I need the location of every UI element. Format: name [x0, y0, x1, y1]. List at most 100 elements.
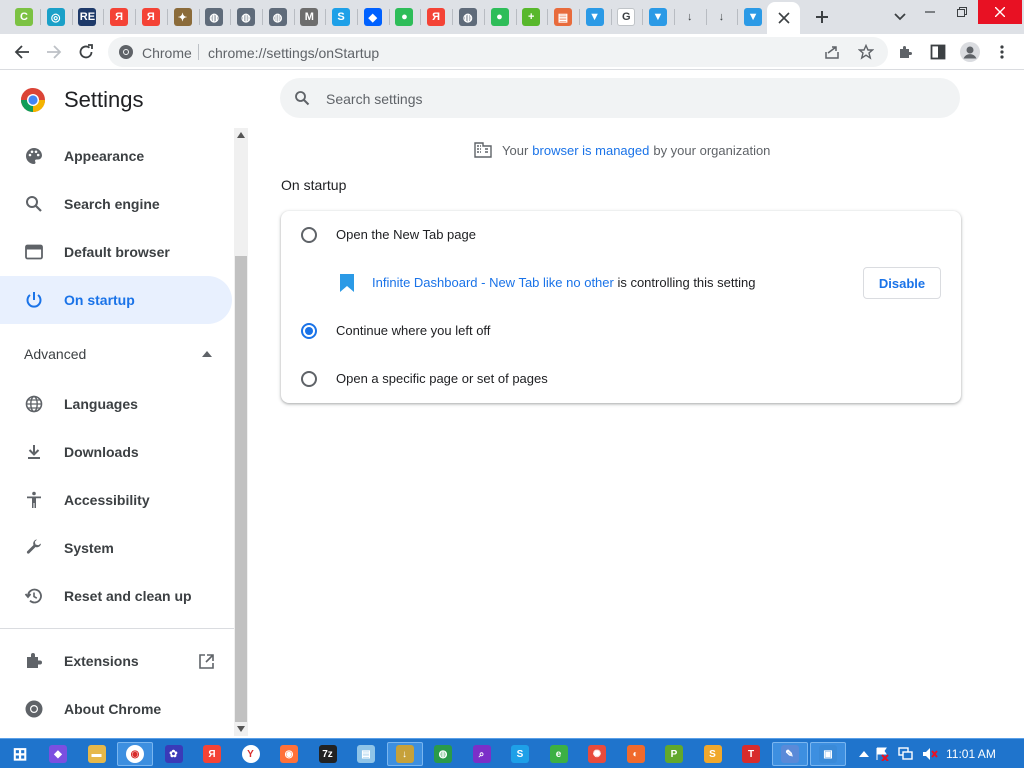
tab-blue-square-icon[interactable]: ◎: [44, 5, 68, 29]
sidebar-item-downloads[interactable]: Downloads: [0, 428, 232, 476]
network-icon[interactable]: [898, 746, 914, 762]
flag-icon[interactable]: [874, 746, 890, 762]
restore-button[interactable]: [948, 0, 976, 24]
taskbar-swirl-icon[interactable]: ◐: [618, 742, 654, 766]
sidebar-item-reset[interactable]: Reset and clean up: [0, 572, 232, 620]
sidebar-item-extensions[interactable]: Extensions: [0, 637, 232, 685]
taskbar-green-circle-icon[interactable]: e: [541, 742, 577, 766]
disable-button[interactable]: Disable: [863, 267, 941, 299]
sidebar-scrollbar-thumb[interactable]: [235, 256, 247, 722]
tray-expand-icon[interactable]: [856, 746, 872, 762]
clock[interactable]: 11:01 AM: [946, 747, 996, 761]
address-bar[interactable]: Chrome chrome://settings/onStartup: [108, 37, 888, 67]
radio-new-tab[interactable]: [301, 227, 317, 243]
tab-search-button[interactable]: [888, 5, 912, 29]
chrome-icon: ◉: [126, 745, 144, 763]
taskbar-yandex-icon[interactable]: Я: [194, 742, 230, 766]
back-button[interactable]: [10, 40, 34, 64]
sidebar-item-on-startup[interactable]: On startup: [0, 276, 232, 324]
radio-specific-pages[interactable]: [301, 371, 317, 387]
tab-yandex-icon[interactable]: Я: [424, 5, 448, 29]
minimize-button[interactable]: [912, 0, 948, 24]
tab-m-icon[interactable]: M: [297, 5, 321, 29]
forward-button[interactable]: [42, 40, 66, 64]
tab-google-icon[interactable]: G: [614, 5, 638, 29]
taskbar-search-app-icon[interactable]: ⌕: [464, 742, 500, 766]
taskbar-notepad-icon[interactable]: ▤: [348, 742, 384, 766]
tab-bookmark-icon[interactable]: ▼: [646, 5, 670, 29]
sidebar-item-appearance[interactable]: Appearance: [0, 132, 232, 180]
option-new-tab[interactable]: Open the New Tab page: [281, 211, 961, 259]
taskbar-download-app-icon[interactable]: ↓: [386, 742, 423, 766]
tab-globe-icon[interactable]: ◍: [202, 5, 226, 29]
tab-skype-icon[interactable]: S: [329, 5, 353, 29]
tab-download-icon[interactable]: ↓: [678, 5, 702, 29]
active-tab[interactable]: [767, 2, 800, 34]
sidebar-item-about[interactable]: About Chrome: [0, 685, 232, 733]
sidebar-item-accessibility[interactable]: Accessibility: [0, 476, 232, 524]
tab-yandex-icon[interactable]: Я: [139, 5, 163, 29]
tab-green-dot-icon[interactable]: ●: [488, 5, 512, 29]
new-tab-button[interactable]: [810, 5, 834, 29]
volume-muted-icon[interactable]: [922, 746, 938, 762]
option-specific-pages[interactable]: Open a specific page or set of pages: [281, 355, 961, 403]
scroll-up-arrow-icon[interactable]: [237, 132, 245, 138]
tab-green-dot-icon[interactable]: ●: [392, 5, 416, 29]
sidebar-item-label: Languages: [64, 396, 138, 412]
tab-globe-icon[interactable]: ◍: [234, 5, 258, 29]
extension-link[interactable]: Infinite Dashboard - New Tab like no oth…: [372, 275, 614, 290]
yandex-browser-icon: Y: [241, 745, 260, 763]
yandex-icon: Я: [141, 8, 160, 26]
tab-download-icon[interactable]: ↓: [709, 5, 733, 29]
sidebar-item-default-browser[interactable]: Default browser: [0, 228, 232, 276]
close-icon[interactable]: [777, 12, 790, 24]
tab-re-icon[interactable]: RE: [75, 5, 99, 29]
taskbar-7zip-icon[interactable]: 7z: [310, 742, 346, 766]
tab-plus-circle-icon[interactable]: +: [519, 5, 543, 29]
sidebar-item-system[interactable]: System: [0, 524, 232, 572]
radio-continue[interactable]: [301, 323, 317, 339]
sidebar-advanced-toggle[interactable]: Advanced: [0, 331, 232, 377]
profile-button[interactable]: [958, 40, 982, 64]
search-settings-field[interactable]: Search settings: [280, 78, 960, 118]
tab-bookmark-icon[interactable]: ▼: [741, 5, 765, 29]
sidebar-item-search-engine[interactable]: Search engine: [0, 180, 232, 228]
scroll-down-arrow-icon[interactable]: [237, 726, 245, 732]
taskbar-s-icon[interactable]: S: [695, 742, 731, 766]
tab-separator: [293, 9, 295, 25]
tab-app-icon[interactable]: ▤: [551, 5, 575, 29]
tab-globe-icon[interactable]: ◍: [456, 5, 480, 29]
taskbar-firefox-icon[interactable]: ◉: [271, 742, 307, 766]
taskbar-file-explorer-icon[interactable]: ▬: [79, 742, 115, 766]
tab-bird-icon[interactable]: ✦: [171, 5, 195, 29]
sidebar-item-languages[interactable]: Languages: [0, 380, 232, 428]
share-icon[interactable]: [824, 44, 840, 60]
search-input[interactable]: Search settings: [326, 91, 423, 107]
taskbar-skype-icon[interactable]: S: [502, 742, 538, 766]
menu-button[interactable]: [990, 40, 1014, 64]
taskbar-colorful-icon[interactable]: ✺: [579, 742, 615, 766]
option-continue[interactable]: Continue where you left off: [281, 307, 961, 355]
taskbar-monitor-icon[interactable]: ▣: [810, 742, 846, 766]
taskbar-t-icon[interactable]: T: [733, 742, 769, 766]
tab-globe-icon[interactable]: ◍: [266, 5, 290, 29]
taskbar-yandex-browser-icon[interactable]: Y: [233, 742, 269, 766]
side-panel-button[interactable]: [926, 40, 950, 64]
managed-link[interactable]: browser is managed: [532, 143, 649, 158]
close-window-button[interactable]: [978, 0, 1022, 24]
tab-bookmark-icon[interactable]: ▼: [583, 5, 607, 29]
url-text[interactable]: chrome://settings/onStartup: [208, 45, 379, 61]
reload-button[interactable]: [74, 40, 98, 64]
taskbar-windows-start-icon[interactable]: ⊞: [2, 742, 38, 766]
taskbar-gear-app-icon[interactable]: ✿: [156, 742, 192, 766]
tab-c-green-icon[interactable]: C: [12, 5, 36, 29]
taskbar-purple-app-icon[interactable]: ◆: [40, 742, 76, 766]
tab-yandex-icon[interactable]: Я: [107, 5, 131, 29]
taskbar-globe-app-icon[interactable]: ◍: [425, 742, 461, 766]
tab-dropbox-icon[interactable]: ◆: [361, 5, 385, 29]
taskbar-chrome-icon[interactable]: ◉: [117, 742, 153, 766]
bookmark-star-icon[interactable]: [858, 44, 874, 60]
extensions-button[interactable]: [894, 40, 918, 64]
taskbar-pen-icon[interactable]: ✎: [771, 742, 808, 766]
taskbar-p-icon[interactable]: P: [656, 742, 692, 766]
